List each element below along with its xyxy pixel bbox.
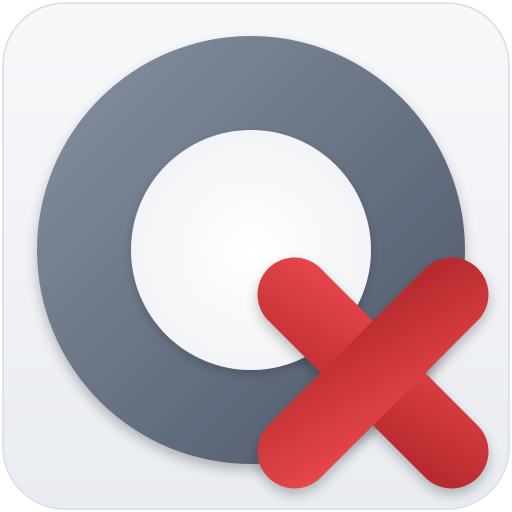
ring-with-red-x-app-icon bbox=[2, 2, 510, 510]
app-icon-stage bbox=[0, 0, 512, 512]
